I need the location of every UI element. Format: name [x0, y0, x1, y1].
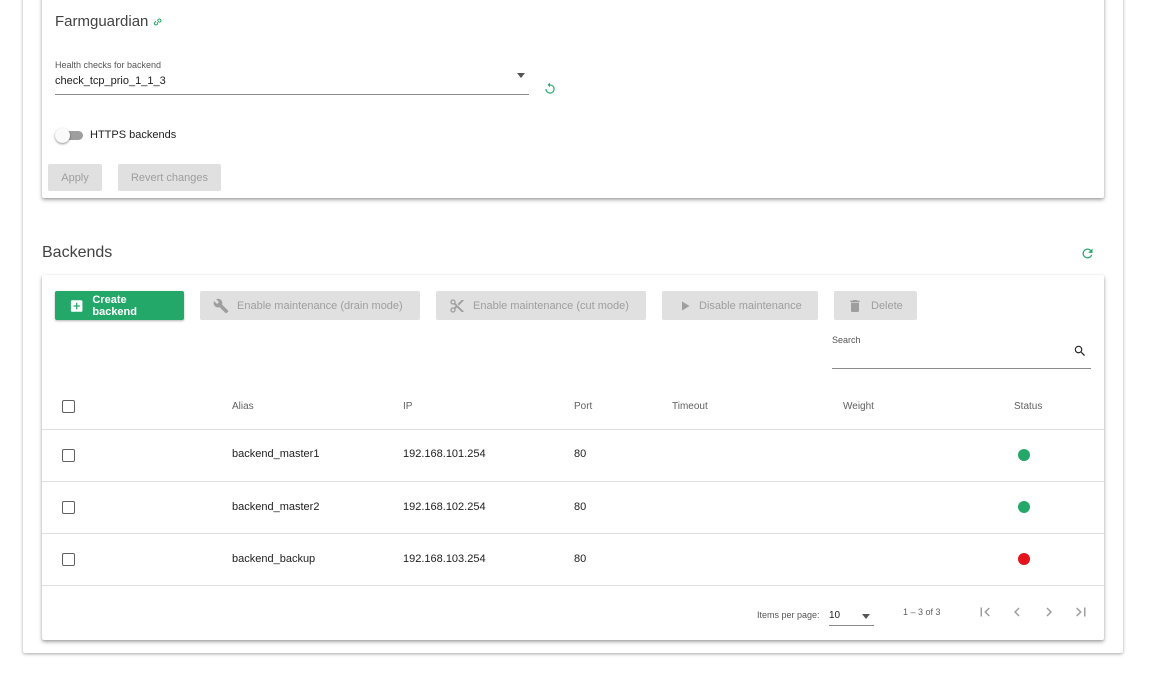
link-icon[interactable]: [152, 16, 164, 28]
health-check-label: Health checks for backend: [55, 60, 162, 70]
items-per-page-underline: [829, 625, 874, 626]
wrench-icon: [213, 298, 229, 313]
enable-maintenance-drain-label: Enable maintenance (drain mode): [237, 299, 403, 312]
items-per-page-label: Items per page:: [757, 610, 820, 620]
delete-button[interactable]: Delete: [834, 291, 917, 320]
row-ip: 192.168.101.254: [403, 448, 486, 460]
status-dot: [1018, 553, 1030, 565]
search-underline: [832, 368, 1091, 369]
last-page-icon[interactable]: [1072, 603, 1090, 621]
search-input[interactable]: [832, 345, 1072, 365]
row-divider: [42, 585, 1104, 586]
row-ip: 192.168.102.254: [403, 501, 486, 513]
health-check-select[interactable]: check_tcp_prio_1_1_3: [55, 75, 166, 87]
status-dot: [1018, 501, 1030, 513]
scissors-icon: [450, 298, 464, 313]
delete-label: Delete: [871, 299, 903, 312]
row-alias: backend_master1: [232, 448, 320, 460]
select-all-checkbox[interactable]: [62, 400, 75, 413]
plus-box-icon: [70, 299, 83, 312]
enable-maintenance-cut-button[interactable]: Enable maintenance (cut mode): [436, 291, 646, 320]
disable-maintenance-label: Disable maintenance: [699, 299, 802, 312]
previous-page-icon[interactable]: [1008, 603, 1026, 621]
paginator-range: 1 – 3 of 3: [903, 607, 941, 617]
create-backend-label: Create backend: [92, 293, 137, 318]
column-header-status[interactable]: Status: [1014, 401, 1042, 412]
column-header-port[interactable]: Port: [574, 401, 592, 412]
row-checkbox[interactable]: [62, 449, 75, 462]
enable-maintenance-drain-button[interactable]: Enable maintenance (drain mode): [200, 291, 420, 320]
search-icon[interactable]: [1073, 344, 1087, 358]
https-backends-label: HTTPS backends: [90, 129, 177, 141]
create-backend-button[interactable]: Create backend: [55, 291, 184, 320]
row-alias: backend_backup: [232, 553, 316, 565]
next-page-icon[interactable]: [1040, 603, 1058, 621]
enable-maintenance-cut-label: Enable maintenance (cut mode): [473, 299, 629, 312]
row-checkbox[interactable]: [62, 553, 75, 566]
row-divider: [42, 533, 1104, 534]
row-port: 80: [574, 553, 587, 565]
row-divider: [42, 481, 1104, 482]
row-divider: [42, 429, 1104, 430]
first-page-icon[interactable]: [976, 603, 994, 621]
column-header-ip[interactable]: IP: [403, 401, 412, 412]
row-port: 80: [574, 501, 587, 513]
row-ip: 192.168.103.254: [403, 553, 486, 565]
play-icon: [682, 301, 690, 310]
column-header-weight[interactable]: Weight: [843, 401, 874, 412]
items-per-page-select[interactable]: 10: [829, 610, 840, 621]
https-backends-toggle[interactable]: [55, 128, 83, 143]
chevron-down-icon[interactable]: [517, 73, 525, 78]
backends-title: Backends: [42, 244, 113, 261]
column-header-timeout[interactable]: Timeout: [672, 401, 708, 412]
toggle-thumb: [55, 128, 70, 143]
refresh-icon[interactable]: [543, 82, 557, 96]
health-check-underline: [55, 94, 529, 95]
search-label: Search: [832, 335, 861, 345]
status-dot: [1018, 449, 1030, 461]
row-checkbox[interactable]: [62, 501, 75, 514]
refresh-icon[interactable]: [1080, 246, 1095, 261]
farmguardian-title: Farmguardian: [55, 13, 164, 30]
apply-button[interactable]: Apply: [48, 164, 102, 191]
row-port: 80: [574, 448, 587, 460]
farmguardian-title-text: Farmguardian: [55, 13, 149, 30]
revert-changes-button[interactable]: Revert changes: [118, 164, 221, 191]
chevron-down-icon[interactable]: [862, 614, 870, 619]
row-alias: backend_master2: [232, 501, 320, 513]
disable-maintenance-button[interactable]: Disable maintenance: [662, 291, 818, 320]
trash-icon: [850, 299, 860, 312]
column-header-alias[interactable]: Alias: [232, 401, 254, 412]
